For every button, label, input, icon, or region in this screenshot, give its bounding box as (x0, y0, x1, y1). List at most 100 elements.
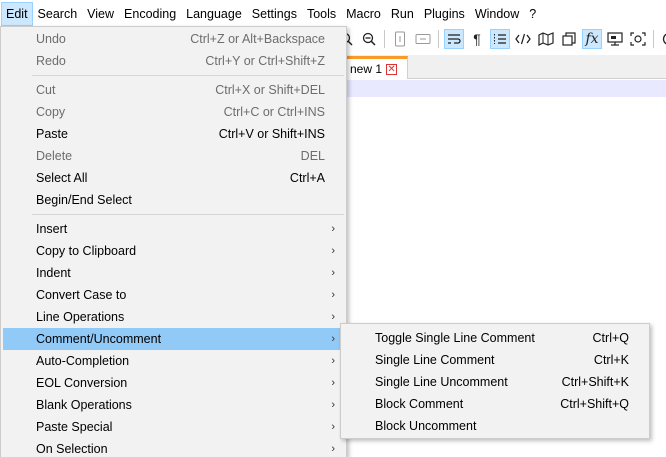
menu-language[interactable]: Language (181, 2, 247, 26)
menu-item-comment-uncomment[interactable]: Comment/Uncomment › (3, 328, 346, 350)
menu-item-shortcut: DEL (300, 149, 325, 163)
menu-item-shortcut: Ctrl+C or Ctrl+INS (223, 105, 325, 119)
menu-item-label: Indent (36, 266, 71, 280)
document-list-icon[interactable] (559, 29, 579, 49)
function-list-icon[interactable]: fx (582, 29, 602, 49)
close-icon[interactable]: ✕ (386, 63, 398, 75)
menu-item-undo[interactable]: Undo Ctrl+Z or Alt+Backspace (3, 28, 346, 50)
toolbar-separator (438, 30, 439, 48)
menu-separator (32, 75, 344, 76)
menu-item-label: Auto-Completion (36, 354, 130, 368)
menu-item-label: Line Operations (36, 310, 125, 324)
menu-item-label: Select All (36, 171, 88, 185)
menu-bar: Edit Search View Encoding Language Setti… (0, 0, 666, 28)
chevron-right-icon: › (331, 245, 335, 257)
menu-item-shortcut: Ctrl+A (289, 171, 325, 185)
menu-item-line-operations[interactable]: Line Operations › (3, 306, 346, 328)
menu-item-single-line-comment[interactable]: Single Line Comment Ctrl+K (343, 349, 649, 371)
menu-item-indent[interactable]: Indent › (3, 262, 346, 284)
menu-plugins[interactable]: Plugins (419, 2, 470, 26)
menu-encoding[interactable]: Encoding (119, 2, 181, 26)
menu-item-redo[interactable]: Redo Ctrl+Y or Ctrl+Shift+Z (3, 50, 346, 72)
menu-search[interactable]: Search (33, 2, 83, 26)
menu-item-block-uncomment[interactable]: Block Uncomment (343, 415, 649, 437)
chevron-right-icon: › (331, 399, 335, 411)
menu-item-cut[interactable]: Cut Ctrl+X or Shift+DEL (3, 79, 346, 101)
word-wrap-icon[interactable] (444, 29, 464, 49)
menu-item-label: Copy to Clipboard (36, 244, 137, 258)
menu-item-label: Redo (36, 54, 66, 68)
menu-window[interactable]: Window (470, 2, 524, 26)
chevron-right-icon: › (331, 223, 335, 235)
menu-item-label: Copy (36, 105, 66, 119)
toolbar-separator (384, 30, 385, 48)
indent-guide-icon[interactable] (490, 29, 510, 49)
menu-item-label: Toggle Single Line Comment (375, 331, 535, 345)
menu-item-label: Delete (36, 149, 73, 163)
chevron-right-icon: › (331, 443, 335, 455)
menu-tools[interactable]: Tools (302, 2, 341, 26)
menu-item-shortcut: Ctrl+Z or Alt+Backspace (190, 32, 325, 46)
document-map-icon[interactable] (536, 29, 556, 49)
menu-item-label: Cut (36, 83, 56, 97)
sync-horizontal-icon[interactable] (413, 29, 433, 49)
menu-item-block-comment[interactable]: Block Comment Ctrl+Shift+Q (343, 393, 649, 415)
menu-separator (32, 214, 344, 215)
menu-macro[interactable]: Macro (341, 2, 386, 26)
menu-item-on-selection[interactable]: On Selection › (3, 438, 346, 457)
menu-item-label: Block Uncomment (375, 419, 477, 433)
menu-item-shortcut: Ctrl+Y or Ctrl+Shift+Z (205, 54, 325, 68)
menu-help[interactable]: ? (524, 2, 541, 26)
menu-item-shortcut: Ctrl+Q (592, 331, 629, 345)
menu-item-label: Insert (36, 222, 68, 236)
monitoring-icon[interactable] (628, 29, 648, 49)
menu-view[interactable]: View (82, 2, 119, 26)
menu-item-shortcut: Ctrl+Shift+Q (560, 397, 629, 411)
menu-item-label: EOL Conversion (36, 376, 128, 390)
notepad-plus-plus-window: Edit Search View Encoding Language Setti… (0, 0, 666, 457)
menu-item-toggle-single-line-comment[interactable]: Toggle Single Line Comment Ctrl+Q (343, 327, 649, 349)
menu-item-select-all[interactable]: Select All Ctrl+A (3, 167, 346, 189)
chevron-right-icon: › (331, 289, 335, 301)
menu-item-shortcut: Ctrl+X or Shift+DEL (215, 83, 325, 97)
menu-item-convert-case[interactable]: Convert Case to › (3, 284, 346, 306)
menu-run[interactable]: Run (386, 2, 419, 26)
menu-edit[interactable]: Edit (1, 2, 33, 26)
edit-menu: Undo Ctrl+Z or Alt+Backspace Redo Ctrl+Y… (0, 26, 347, 457)
menu-item-paste[interactable]: Paste Ctrl+V or Shift+INS (3, 123, 346, 145)
chevron-right-icon: › (331, 377, 335, 389)
chevron-right-icon: › (331, 355, 335, 367)
menu-settings[interactable]: Settings (247, 2, 302, 26)
current-line-highlight (336, 80, 666, 97)
show-all-characters-icon[interactable]: ¶ (467, 29, 487, 49)
menu-item-single-line-uncomment[interactable]: Single Line Uncomment Ctrl+Shift+K (343, 371, 649, 393)
menu-item-begin-end-select[interactable]: Begin/End Select (3, 189, 346, 211)
zoom-out-icon[interactable] (359, 29, 379, 49)
menu-item-shortcut: Ctrl+Shift+K (561, 375, 629, 389)
menu-item-eol-conversion[interactable]: EOL Conversion › (3, 372, 346, 394)
sync-vertical-icon[interactable] (390, 29, 410, 49)
toolbar: ¶ fx (336, 28, 666, 50)
menu-item-insert[interactable]: Insert › (3, 218, 346, 240)
menu-item-shortcut: Ctrl+K (593, 353, 629, 367)
menu-item-delete[interactable]: Delete DEL (3, 145, 346, 167)
menu-item-label: Single Line Comment (375, 353, 495, 367)
menu-item-blank-operations[interactable]: Blank Operations › (3, 394, 346, 416)
menu-item-label: Convert Case to (36, 288, 127, 302)
menu-item-copy-to-clipboard[interactable]: Copy to Clipboard › (3, 240, 346, 262)
menu-item-label: Begin/End Select (36, 193, 132, 207)
record-macro-icon[interactable] (659, 29, 666, 49)
chevron-right-icon: › (331, 333, 335, 345)
tab-new-1[interactable]: new 1 ✕ (344, 56, 408, 79)
menu-item-paste-special[interactable]: Paste Special › (3, 416, 346, 438)
comment-uncomment-submenu: Toggle Single Line Comment Ctrl+Q Single… (340, 323, 650, 439)
menu-item-copy[interactable]: Copy Ctrl+C or Ctrl+INS (3, 101, 346, 123)
chevron-right-icon: › (331, 311, 335, 323)
menu-item-label: On Selection (36, 442, 108, 456)
menu-item-shortcut: Ctrl+V or Shift+INS (218, 127, 325, 141)
html-tag-icon[interactable] (513, 29, 533, 49)
folder-workspace-icon[interactable] (605, 29, 625, 49)
menu-item-label: Single Line Uncomment (375, 375, 508, 389)
menu-item-auto-completion[interactable]: Auto-Completion › (3, 350, 346, 372)
menu-item-label: Undo (36, 32, 66, 46)
